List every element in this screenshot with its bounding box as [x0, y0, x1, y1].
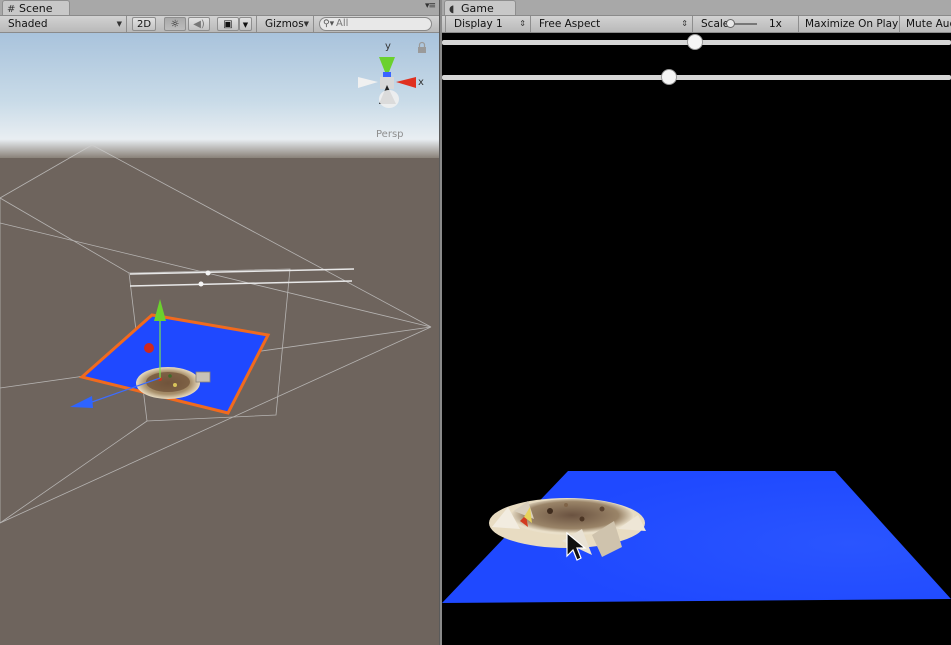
shading-mode-label: Shaded [8, 18, 48, 30]
panel-menu-icon[interactable]: ▾≡ [425, 1, 436, 11]
maximize-on-play-button[interactable]: Maximize On Play [799, 16, 900, 32]
speaker-icon: ◀) [193, 19, 205, 30]
maximize-label: Maximize On Play [805, 18, 899, 30]
scale-control[interactable]: Scale 1x [693, 16, 799, 32]
tab-game-label: Game [461, 2, 494, 15]
search-icon: ⚲▾ [323, 19, 335, 29]
scene-tabbar: # Scene ▾≡ [0, 0, 439, 16]
game-viewport[interactable] [442, 33, 951, 645]
scene-viewport[interactable]: y x Persp [0, 33, 439, 645]
tab-scene-label: Scene [19, 2, 53, 15]
display-dropdown[interactable]: Display 1 ⇕ [445, 16, 531, 32]
gizmos-dropdown[interactable]: Gizmos ▼ [256, 16, 314, 32]
game-panel: ◖ Game Display 1 ⇕ Free Aspect ⇕ Scale 1x… [442, 0, 951, 645]
effects-toggle-button[interactable]: ▣ [217, 17, 239, 31]
search-placeholder: All [336, 18, 349, 29]
aspect-dropdown[interactable]: Free Aspect ⇕ [531, 16, 693, 32]
x-axis-handle[interactable] [144, 343, 154, 353]
audio-toggle-button[interactable]: ◀) [188, 17, 210, 31]
effects-dropdown-button[interactable]: ▼ [239, 17, 252, 31]
shading-mode-dropdown[interactable]: Shaded ▼ [0, 16, 127, 32]
projection-label[interactable]: Persp [376, 129, 404, 140]
scene-search-input[interactable]: ⚲▾ All [319, 17, 432, 31]
scale-value: 1x [769, 18, 782, 30]
display-label: Display 1 [454, 18, 503, 30]
mute-audio-button[interactable]: Mute Audio [900, 16, 951, 32]
scene-toolbar: Shaded ▼ 2D ☼ ◀) ▣ ▼ Gizmos ▼ ⚲▾ All [0, 16, 439, 33]
updown-arrow-icon: ⇕ [519, 19, 526, 28]
dropdown-arrow-icon: ▼ [116, 20, 122, 28]
pacman-icon: ◖ [449, 4, 455, 15]
chevron-down-icon: ▼ [242, 21, 249, 29]
tab-game[interactable]: ◖ Game [444, 0, 516, 15]
skybox [0, 33, 439, 158]
aspect-label: Free Aspect [539, 18, 601, 30]
updown-arrow-icon: ⇕ [681, 19, 688, 28]
toggle-2d-button[interactable]: 2D [132, 17, 156, 31]
gizmo-x-label: x [418, 77, 424, 88]
mouse-cursor-icon [566, 532, 587, 561]
scale-slider-knob[interactable] [726, 19, 735, 28]
game-tabbar: ◖ Game [442, 0, 951, 16]
sun-icon: ☼ [170, 19, 180, 30]
scene-panel: # Scene ▾≡ Shaded ▼ 2D ☼ ◀) ▣ ▼ Gizmos ▼ … [0, 0, 439, 645]
dropdown-arrow-icon: ▼ [303, 20, 309, 28]
scale-label: Scale [701, 18, 730, 30]
grid-icon: # [7, 4, 16, 15]
lighting-toggle-button[interactable]: ☼ [164, 17, 186, 31]
tab-scene[interactable]: # Scene [2, 0, 70, 15]
image-icon: ▣ [223, 19, 233, 30]
gizmos-label: Gizmos [265, 18, 304, 30]
mute-label: Mute Audio [906, 18, 951, 30]
game-toolbar: Display 1 ⇕ Free Aspect ⇕ Scale 1x Maxim… [442, 16, 951, 33]
gizmo-y-label: y [385, 41, 391, 52]
